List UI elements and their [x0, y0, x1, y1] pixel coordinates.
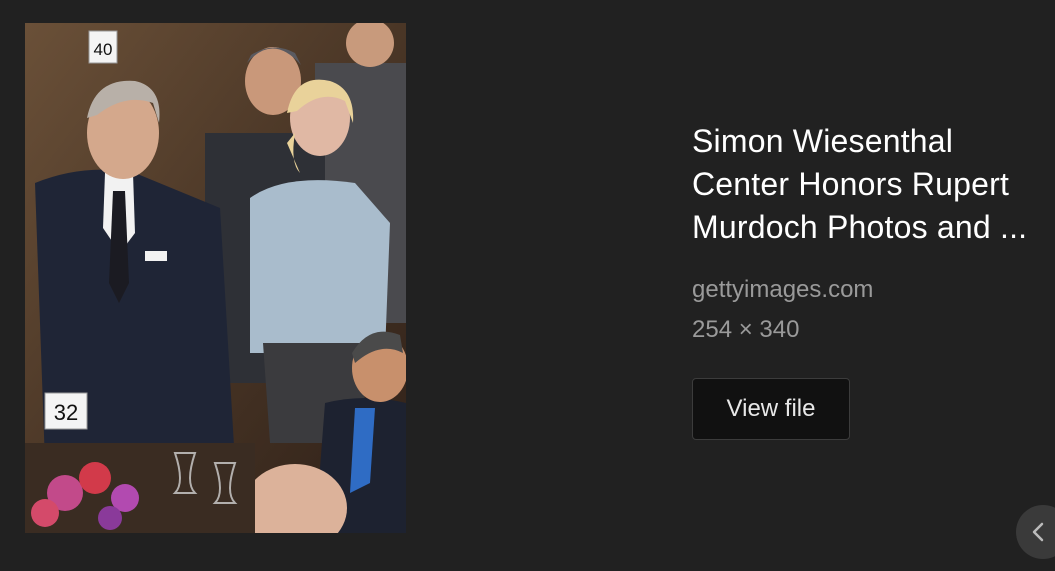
result-source[interactable]: gettyimages.com [692, 275, 1055, 305]
previous-result-button[interactable] [1016, 505, 1055, 559]
event-photo: 40 32 [25, 23, 406, 533]
table-number-40: 40 [94, 40, 113, 59]
result-title[interactable]: Simon Wiesenthal Center Honors Rupert Mu… [692, 120, 1055, 249]
chevron-left-icon [1032, 522, 1044, 542]
table-number-32: 32 [54, 400, 78, 425]
result-image[interactable]: 40 32 [25, 23, 406, 533]
view-file-button[interactable]: View file [692, 378, 850, 440]
result-details: Simon Wiesenthal Center Honors Rupert Mu… [692, 120, 1055, 440]
image-dimensions: 254 × 340 [692, 316, 800, 343]
